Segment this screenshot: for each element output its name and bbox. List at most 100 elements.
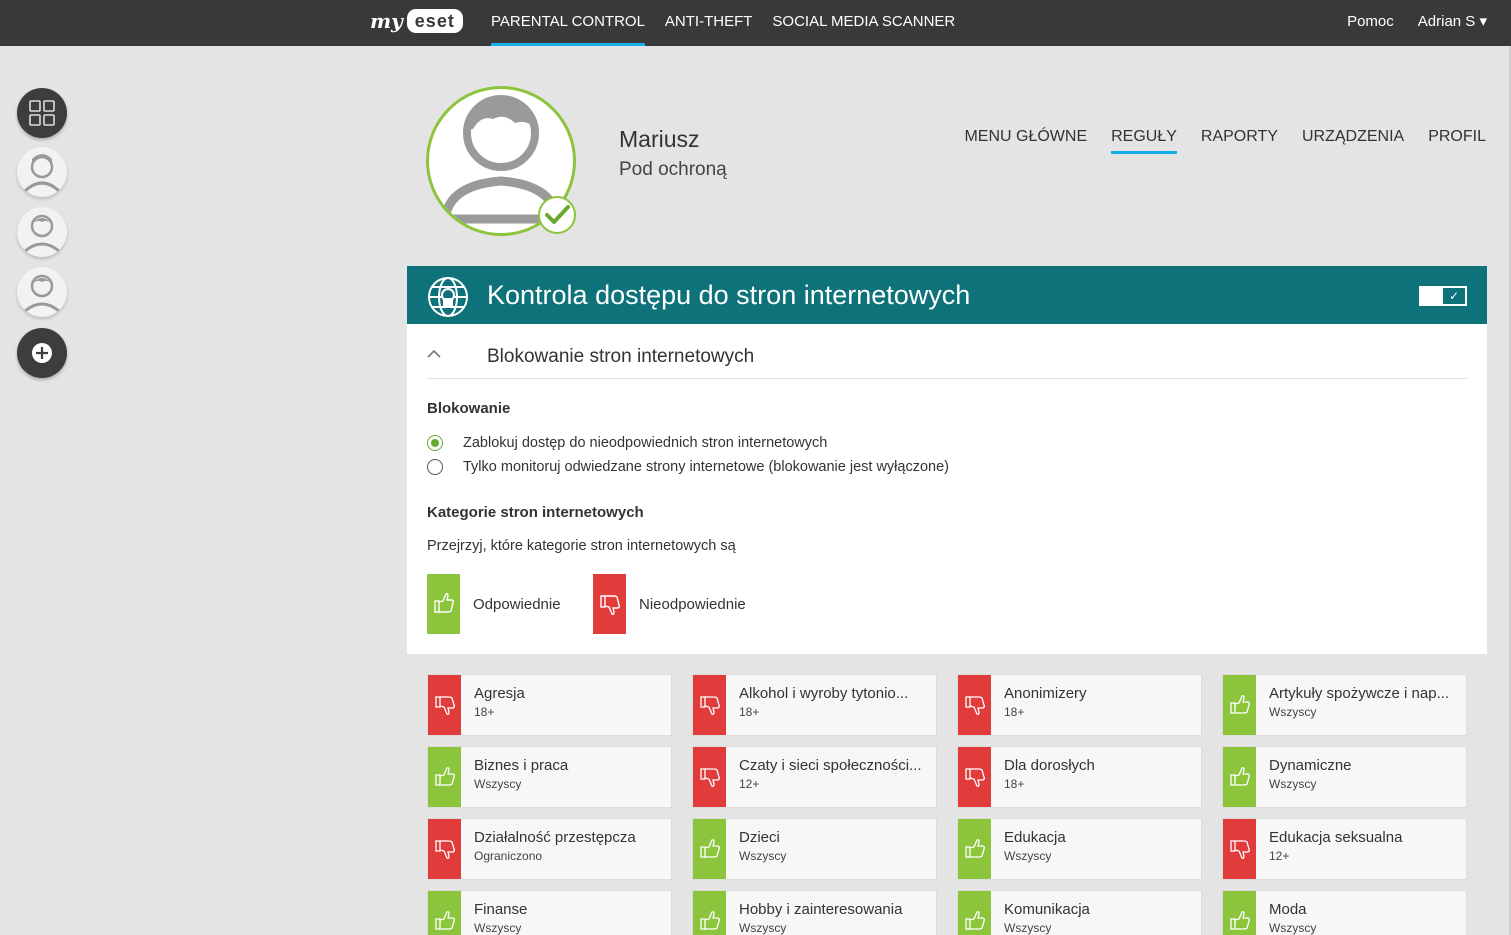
category-age: Wszyscy — [1004, 921, 1052, 935]
category-tile[interactable]: Działalność przestępcza Ograniczono — [427, 818, 672, 880]
child-profile-button-3[interactable] — [17, 267, 67, 317]
category-status-toggle[interactable] — [693, 747, 726, 807]
tab-rules[interactable]: REGUŁY — [1111, 128, 1177, 154]
thumbs-up-icon — [435, 911, 455, 930]
profile-subnav: MENU GŁÓWNE REGUŁY RAPORTY URZĄDZENIA PR… — [940, 128, 1486, 154]
category-status-toggle[interactable] — [958, 747, 991, 807]
category-status-toggle[interactable] — [428, 891, 461, 935]
category-tile[interactable]: Moda Wszyscy — [1222, 890, 1467, 935]
user-menu[interactable]: Adrian S ▾ — [1418, 0, 1487, 46]
category-tile[interactable]: Anonimizery 18+ — [957, 674, 1202, 736]
thumbs-up-icon — [700, 839, 720, 858]
web-guard-toggle[interactable]: ✓ — [1419, 286, 1467, 306]
category-age: 18+ — [1004, 777, 1025, 791]
blocking-section-title: Blokowanie stron internetowych — [487, 346, 755, 367]
protected-check-icon — [538, 196, 576, 234]
category-name: Biznes i praca — [474, 757, 569, 774]
profile-status: Pod ochroną — [619, 159, 727, 180]
category-age: Wszyscy — [1269, 777, 1317, 791]
category-tile[interactable]: Agresja 18+ — [427, 674, 672, 736]
tab-devices[interactable]: URZĄDZENIA — [1302, 128, 1404, 154]
dashboard-grid-button[interactable] — [17, 88, 67, 138]
category-age: 18+ — [1004, 705, 1025, 719]
radio-label: Tylko monitoruj odwiedzane strony intern… — [463, 459, 949, 475]
category-tile[interactable]: Czaty i sieci społeczności... 12+ — [692, 746, 937, 808]
profile-name: Mariusz — [619, 126, 700, 152]
child-profile-button-2[interactable] — [17, 207, 67, 257]
tab-main-menu[interactable]: MENU GŁÓWNE — [964, 128, 1087, 154]
category-name: Czaty i sieci społeczności... — [739, 757, 922, 774]
category-name: Działalność przestępcza — [474, 829, 636, 846]
boy-avatar-icon — [24, 274, 60, 313]
legend-inappropriate: Nieodpowiednie — [593, 574, 746, 634]
tab-profile[interactable]: PROFIL — [1428, 128, 1486, 154]
radio-button[interactable] — [427, 435, 443, 451]
thumbs-up-icon — [1230, 767, 1250, 786]
top-bar: my eset PARENTAL CONTROL ANTI-THEFT SOCI… — [0, 0, 1511, 46]
thumbs-down-icon — [435, 840, 455, 859]
category-status-toggle[interactable] — [428, 675, 461, 735]
category-tile[interactable]: Finanse Wszyscy — [427, 890, 672, 935]
thumbs-up-icon — [427, 574, 460, 634]
blocking-panel: Blokowanie stron internetowych Blokowani… — [407, 324, 1487, 654]
radio-button[interactable] — [427, 459, 443, 475]
category-tile[interactable]: Dynamiczne Wszyscy — [1222, 746, 1467, 808]
nav-social-media-scanner[interactable]: SOCIAL MEDIA SCANNER — [772, 0, 955, 46]
category-tile[interactable]: Alkohol i wyroby tytonio... 18+ — [692, 674, 937, 736]
logo-eset-text: eset — [406, 9, 463, 33]
category-age: Wszyscy — [474, 777, 522, 791]
grid-icon — [29, 100, 55, 126]
category-status-toggle[interactable] — [1223, 747, 1256, 807]
category-tile[interactable]: Biznes i praca Wszyscy — [427, 746, 672, 808]
category-tile[interactable]: Edukacja Wszyscy — [957, 818, 1202, 880]
category-tile[interactable]: Dla dorosłych 18+ — [957, 746, 1202, 808]
category-status-toggle[interactable] — [693, 675, 726, 735]
child-profile-button-1[interactable] — [17, 147, 67, 197]
thumbs-up-icon — [435, 767, 455, 786]
category-status-toggle[interactable] — [1223, 891, 1256, 935]
chevron-up-icon[interactable] — [427, 346, 441, 362]
category-status-toggle[interactable] — [958, 675, 991, 735]
category-tile[interactable]: Hobby i zainteresowania Wszyscy — [692, 890, 937, 935]
eset-logo[interactable]: my eset — [370, 9, 463, 33]
category-tile[interactable]: Komunikacja Wszyscy — [957, 890, 1202, 935]
category-status-toggle[interactable] — [693, 891, 726, 935]
globe-lock-icon — [428, 277, 468, 317]
category-status-toggle[interactable] — [1223, 675, 1256, 735]
category-name: Alkohol i wyroby tytonio... — [739, 685, 909, 702]
nav-parental-control[interactable]: PARENTAL CONTROL — [491, 0, 645, 46]
category-tile[interactable]: Edukacja seksualna 12+ — [1222, 818, 1467, 880]
category-age: 18+ — [739, 705, 760, 719]
logo-my-text: my — [370, 9, 403, 33]
category-status-toggle[interactable] — [958, 891, 991, 935]
category-status-toggle[interactable] — [428, 819, 461, 879]
top-right-menu: Pomoc Adrian S ▾ — [1323, 0, 1487, 46]
blocking-heading: Blokowanie — [427, 400, 511, 417]
radio-block-option[interactable]: Zablokuj dostęp do nieodpowiednich stron… — [427, 435, 827, 451]
blocking-collapse-row[interactable]: Blokowanie stron internetowych — [427, 324, 1467, 379]
thumbs-down-icon — [593, 574, 626, 634]
category-age: 12+ — [1269, 849, 1290, 863]
category-name: Dynamiczne — [1269, 757, 1352, 774]
category-status-toggle[interactable] — [1223, 819, 1256, 879]
category-name: Edukacja — [1004, 829, 1066, 846]
help-link[interactable]: Pomoc — [1347, 0, 1394, 46]
legend-inappropriate-label: Nieodpowiednie — [639, 595, 746, 613]
tab-reports[interactable]: RAPORTY — [1201, 128, 1278, 154]
category-name: Moda — [1269, 901, 1307, 918]
boy-avatar-icon — [24, 214, 60, 253]
nav-anti-theft[interactable]: ANTI-THEFT — [665, 0, 753, 46]
category-status-toggle[interactable] — [428, 747, 461, 807]
radio-monitor-option[interactable]: Tylko monitoruj odwiedzane strony intern… — [427, 459, 949, 475]
category-status-toggle[interactable] — [958, 819, 991, 879]
add-child-button[interactable] — [17, 328, 67, 378]
category-tile[interactable]: Artykuły spożywcze i nap... Wszyscy — [1222, 674, 1467, 736]
top-nav: PARENTAL CONTROL ANTI-THEFT SOCIAL MEDIA… — [491, 0, 975, 46]
category-status-toggle[interactable] — [693, 819, 726, 879]
category-tile[interactable]: Dzieci Wszyscy — [692, 818, 937, 880]
profile-avatar[interactable] — [426, 86, 576, 236]
thumbs-down-icon — [965, 768, 985, 787]
category-age: Wszyscy — [739, 921, 787, 935]
thumbs-down-icon — [965, 696, 985, 715]
category-name: Hobby i zainteresowania — [739, 901, 903, 918]
